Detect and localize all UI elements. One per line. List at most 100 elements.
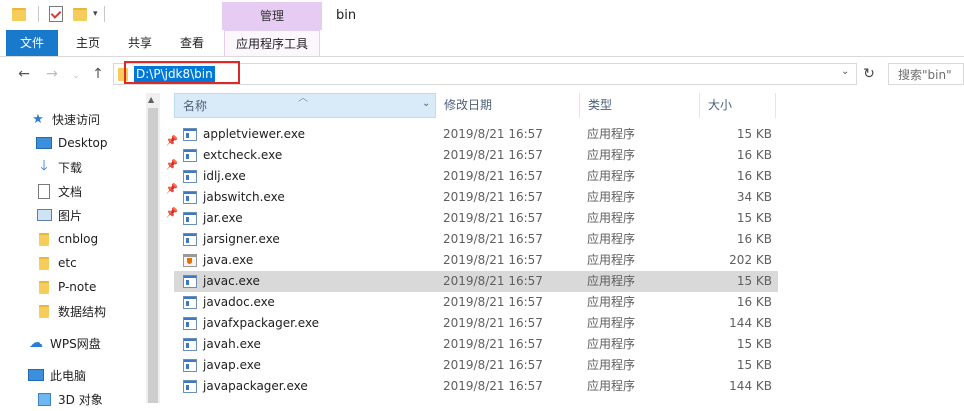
- tab-view[interactable]: 查看: [170, 30, 214, 56]
- exe-icon: [183, 359, 197, 372]
- sort-ascending-icon: ︿: [298, 93, 308, 104]
- column-header-date[interactable]: 修改日期: [436, 93, 580, 118]
- back-arrow-icon[interactable]: ←: [16, 67, 32, 81]
- exe-icon: [183, 317, 197, 330]
- java-icon: [183, 254, 197, 267]
- file-date: 2019/8/21 16:57: [443, 358, 543, 372]
- file-type: 应用程序: [587, 232, 636, 246]
- file-name: javafxpackager.exe: [203, 316, 320, 330]
- file-size: 202 KB: [729, 253, 772, 267]
- file-size: 15 KB: [736, 127, 772, 141]
- file-row[interactable]: idlj.exe 2019/8/21 16:57 应用程序 16 KB: [174, 166, 778, 187]
- sidebar-item-label: 数据结构: [58, 304, 107, 319]
- exe-icon: [183, 233, 197, 246]
- folder-icon: [36, 256, 52, 270]
- file-date: 2019/8/21 16:57: [443, 379, 543, 393]
- properties-icon[interactable]: [49, 6, 63, 22]
- new-folder-icon[interactable]: [73, 7, 87, 21]
- file-type: 应用程序: [587, 127, 636, 141]
- file-size: 15 KB: [736, 274, 772, 288]
- file-size: 15 KB: [736, 337, 772, 351]
- exe-icon: [183, 128, 197, 141]
- file-row[interactable]: extcheck.exe 2019/8/21 16:57 应用程序 16 KB: [174, 145, 778, 166]
- sidebar-item-label: 文档: [58, 184, 83, 199]
- star-icon: ★: [32, 111, 44, 127]
- tab-share[interactable]: 共享: [118, 30, 162, 56]
- column-header-size[interactable]: 大小: [700, 93, 776, 118]
- file-name: extcheck.exe: [203, 148, 283, 162]
- divider: [103, 6, 105, 22]
- file-name: idlj.exe: [203, 169, 246, 183]
- sidebar-item-label: 3D 对象: [58, 392, 103, 407]
- file-type: 应用程序: [587, 337, 636, 351]
- sidebar-item-label: P-note: [58, 280, 97, 294]
- file-size: 144 KB: [729, 379, 772, 393]
- sidebar-scrollbar-thumb[interactable]: [148, 108, 158, 403]
- file-type: 应用程序: [587, 148, 636, 162]
- highlight-annotation: [124, 61, 240, 84]
- file-date: 2019/8/21 16:57: [443, 232, 543, 246]
- exe-icon: [183, 275, 197, 288]
- ribbon-tabs: 文件 主页 共享 查看 应用程序工具: [0, 30, 964, 57]
- file-type: 应用程序: [587, 379, 636, 393]
- sidebar-item-label: WPS网盘: [50, 336, 101, 351]
- exe-icon: [183, 191, 197, 204]
- file-date: 2019/8/21 16:57: [443, 337, 543, 351]
- recent-locations-icon[interactable]: ⌄: [68, 69, 84, 83]
- folder-icon: [36, 304, 52, 318]
- file-name: javadoc.exe: [203, 295, 275, 309]
- folder-icon: [36, 232, 52, 246]
- column-header-type[interactable]: 类型: [580, 93, 700, 118]
- file-name: javap.exe: [203, 358, 261, 372]
- quick-access-toolbar: ▾: [12, 6, 105, 22]
- file-row[interactable]: javah.exe 2019/8/21 16:57 应用程序 15 KB: [174, 334, 778, 355]
- document-icon: [36, 183, 52, 199]
- folder-icon: [12, 7, 26, 21]
- desktop-icon: [36, 136, 52, 150]
- file-date: 2019/8/21 16:57: [443, 274, 543, 288]
- file-name: javapackager.exe: [203, 379, 308, 393]
- tab-application-tools[interactable]: 应用程序工具: [224, 30, 320, 56]
- file-size: 16 KB: [736, 169, 772, 183]
- file-date: 2019/8/21 16:57: [443, 253, 543, 267]
- file-name: java.exe: [203, 253, 254, 267]
- sidebar-item-label: 此电脑: [50, 368, 87, 383]
- file-size: 34 KB: [736, 190, 772, 204]
- file-type: 应用程序: [587, 274, 636, 288]
- file-row[interactable]: java.exe 2019/8/21 16:57 应用程序 202 KB: [174, 250, 778, 271]
- file-row[interactable]: javapackager.exe 2019/8/21 16:57 应用程序 144 K…: [174, 376, 778, 397]
- customize-toolbar-icon[interactable]: ▾: [93, 9, 98, 19]
- file-row[interactable]: javadoc.exe 2019/8/21 16:57 应用程序 16 KB: [174, 292, 778, 313]
- file-row[interactable]: appletviewer.exe 2019/8/21 16:57 应用程序 15 KB: [174, 124, 778, 145]
- file-row[interactable]: javafxpackager.exe 2019/8/21 16:57 应用程序 144…: [174, 313, 778, 334]
- chevron-down-icon[interactable]: ⌄: [841, 66, 849, 77]
- exe-icon: [183, 170, 197, 183]
- file-date: 2019/8/21 16:57: [443, 148, 543, 162]
- file-type: 应用程序: [587, 295, 636, 309]
- tab-file[interactable]: 文件: [6, 30, 58, 56]
- cloud-icon: ☁: [29, 335, 43, 351]
- chevron-down-icon[interactable]: ⌄: [422, 98, 430, 109]
- file-row[interactable]: jarsigner.exe 2019/8/21 16:57 应用程序 16 KB: [174, 229, 778, 250]
- download-icon: 🡓: [40, 158, 48, 174]
- sidebar-item-label: etc: [58, 256, 77, 270]
- manage-context-tab[interactable]: 管理: [222, 2, 322, 30]
- file-size: 15 KB: [736, 358, 772, 372]
- file-name: jabswitch.exe: [203, 190, 285, 204]
- file-row[interactable]: jar.exe 2019/8/21 16:57 应用程序 15 KB: [174, 208, 778, 229]
- file-date: 2019/8/21 16:57: [443, 211, 543, 225]
- file-name: jar.exe: [203, 211, 243, 225]
- file-row[interactable]: javac.exe 2019/8/21 16:57 应用程序 15 KB: [174, 271, 778, 292]
- scroll-up-icon[interactable]: ▲: [148, 95, 154, 104]
- up-arrow-icon[interactable]: ↑: [90, 67, 106, 81]
- search-placeholder: 搜索"bin": [898, 68, 952, 82]
- file-size: 16 KB: [736, 295, 772, 309]
- tab-home[interactable]: 主页: [66, 30, 110, 56]
- file-row[interactable]: jabswitch.exe 2019/8/21 16:57 应用程序 34 KB: [174, 187, 778, 208]
- column-headers: 名称 修改日期 类型 大小: [174, 93, 784, 118]
- forward-arrow-icon[interactable]: →: [44, 67, 60, 81]
- refresh-icon[interactable]: ↻: [860, 63, 878, 85]
- file-row[interactable]: javap.exe 2019/8/21 16:57 应用程序 15 KB: [174, 355, 778, 376]
- sidebar-item-label: cnblog: [58, 232, 99, 246]
- file-type: 应用程序: [587, 316, 636, 330]
